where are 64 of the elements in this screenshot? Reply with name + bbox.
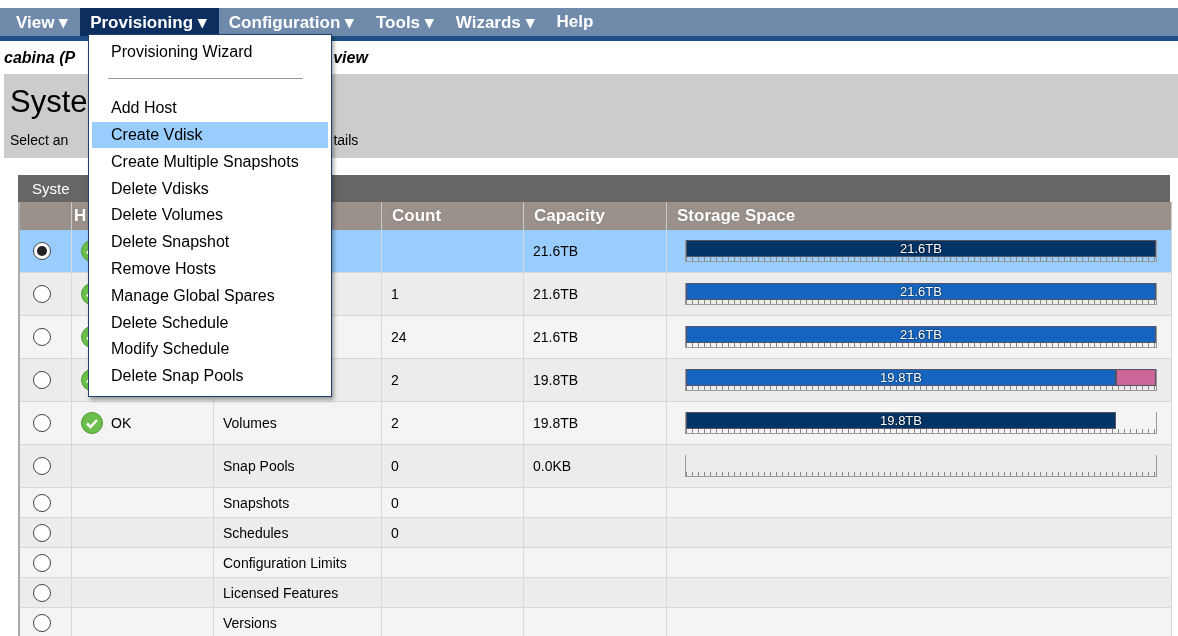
menu-bar-item[interactable]: Tools ▾ xyxy=(366,8,446,36)
storage-bar-fill: 21.6TB xyxy=(686,326,1156,343)
table-cell: 21.6TB xyxy=(524,230,667,273)
menu-item[interactable]: Create Vdisk xyxy=(92,121,328,149)
radio-button[interactable] xyxy=(33,493,51,512)
radio-button[interactable] xyxy=(33,328,51,346)
menu-item[interactable]: Add Host xyxy=(92,94,328,122)
table-cell: 0 xyxy=(382,518,524,548)
radio-button[interactable] xyxy=(33,414,51,432)
menu-item[interactable]: Remove Hosts xyxy=(92,255,328,283)
page-title: Syste xyxy=(10,84,88,119)
menu-item[interactable]: Modify Schedule xyxy=(92,335,328,363)
menu-bar-item[interactable]: Wizards ▾ xyxy=(445,8,547,36)
menu-item[interactable]: Delete Snapshot xyxy=(92,228,328,256)
table-title: Syste xyxy=(32,180,70,197)
breadcrumb-text: view xyxy=(333,48,368,67)
radio-button[interactable] xyxy=(33,371,51,389)
table-cell: 21.6TB xyxy=(524,316,667,359)
menu-item[interactable]: Delete Schedule xyxy=(92,309,328,336)
table-cell: 0 xyxy=(382,488,524,518)
menu-item[interactable]: Create Multiple Snapshots xyxy=(92,148,328,176)
radio-button[interactable] xyxy=(33,242,51,260)
menu-item[interactable]: Provisioning Wizard xyxy=(92,39,328,66)
menu-item[interactable]: Manage Global Spares xyxy=(92,282,328,310)
radio-button[interactable] xyxy=(33,583,51,602)
storage-bar-fill: 19.8TB xyxy=(686,369,1117,386)
table-cell: Versions xyxy=(214,608,382,636)
menu-bar-item[interactable]: Help xyxy=(546,8,606,36)
hint-text: tails xyxy=(333,132,359,148)
column-header: Capacity xyxy=(524,202,667,230)
storage-bar-fill: 21.6TB xyxy=(686,283,1156,300)
table-cell: 2 xyxy=(382,402,524,445)
table-cell: Licensed Features xyxy=(214,578,382,608)
table-cell: Volumes xyxy=(214,402,382,445)
menu-item[interactable]: Delete Snap Pools xyxy=(92,362,328,390)
ok-check-icon xyxy=(81,412,103,434)
column-header: Storage Space xyxy=(667,202,1172,230)
radio-button[interactable] xyxy=(33,285,51,303)
table-cell: 0.0KB xyxy=(524,445,667,488)
table-cell: 1 xyxy=(382,273,524,316)
table-cell: 24 xyxy=(382,316,524,359)
table-cell: 19.8TB xyxy=(524,402,667,445)
table-cell: 0 xyxy=(382,445,524,488)
status-text: OK xyxy=(111,415,132,431)
menu-bar-item[interactable]: Configuration ▾ xyxy=(218,8,366,36)
storage-bar-fill: 19.8TB xyxy=(686,412,1117,429)
breadcrumb-text: cabina (P xyxy=(4,48,76,67)
table-cell: Schedules xyxy=(214,518,382,548)
menu-bar-item[interactable]: View ▾ xyxy=(6,8,81,36)
storage-bar-fill: 21.6TB xyxy=(686,240,1156,257)
menu-item[interactable]: Delete Vdisks xyxy=(92,175,328,202)
radio-button[interactable] xyxy=(33,553,51,572)
menu-bar-item[interactable]: Provisioning ▾ xyxy=(80,8,219,36)
table-cell: Snapshots xyxy=(214,488,382,518)
table-cell: 2 xyxy=(382,359,524,402)
table-cell: Snap Pools xyxy=(214,445,382,488)
table-cell: Configuration Limits xyxy=(214,548,382,578)
table-cell: 21.6TB xyxy=(524,273,667,316)
radio-button[interactable] xyxy=(33,523,51,542)
table-cell: 19.8TB xyxy=(524,359,667,402)
column-header: Count xyxy=(382,202,524,230)
hint-text: Select an xyxy=(10,132,69,148)
radio-button[interactable] xyxy=(33,613,51,632)
radio-button[interactable] xyxy=(33,457,51,475)
